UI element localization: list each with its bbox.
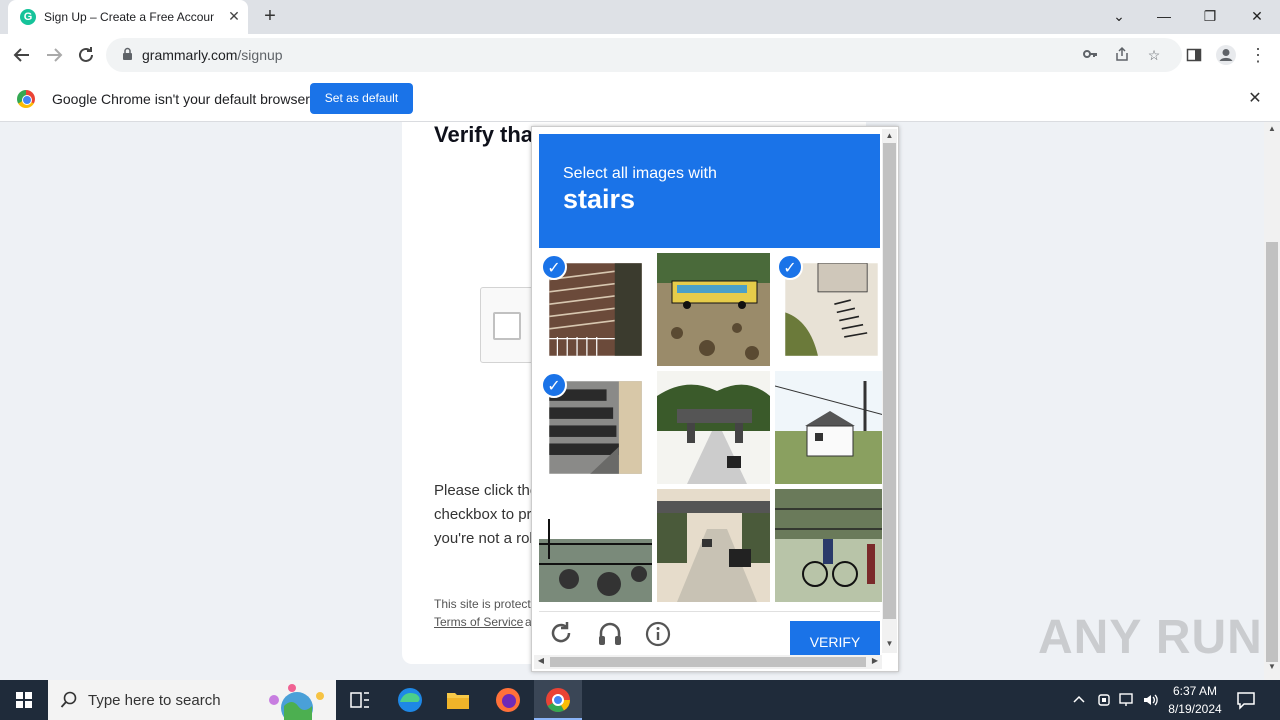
chrome-logo-icon [17,90,35,108]
recaptcha-checkbox[interactable] [493,312,521,340]
tab-strip: G Sign Up – Create a Free Account ✕ + ⌄ … [0,0,1280,34]
url-path: /signup [237,47,283,63]
scroll-right-arrow-icon[interactable]: ▶ [868,656,882,665]
forward-arrow-icon[interactable] [42,43,66,67]
captcha-horizontal-scrollbar[interactable]: ◀ ▶ [534,655,882,669]
firefox-icon[interactable] [484,680,532,720]
network-device-icon[interactable] [1096,692,1112,708]
chrome-taskbar-icon[interactable] [534,680,582,720]
search-icon [60,691,77,708]
scroll-down-arrow-icon[interactable]: ▼ [1264,662,1280,671]
captcha-tile-fence[interactable] [539,489,652,602]
new-tab-button[interactable]: + [258,5,282,29]
share-icon[interactable] [1112,46,1132,64]
page-scrollbar-thumb[interactable] [1266,242,1278,662]
restore-button[interactable]: ❐ [1190,4,1230,28]
captcha-keyword: stairs [563,184,636,214]
reload-icon[interactable] [74,43,98,67]
search-highlight-globe-icon [269,684,324,720]
captcha-header: Select all images with stairs [539,134,880,248]
set-as-default-button[interactable]: Set as default [310,83,413,114]
chevron-up-icon[interactable] [1072,693,1086,707]
address-bar[interactable]: grammarly.com/signup ☆ [106,38,1182,72]
menu-kebab-icon[interactable]: ⋮ [1246,43,1270,67]
tab-title: Sign Up – Create a Free Account [44,10,214,24]
captcha-prompt: Select all images with [563,165,717,182]
info-icon[interactable] [643,618,673,648]
default-browser-infobar: Google Chrome isn't your default browser… [0,76,1280,122]
selected-check-icon: ✓ [541,254,567,280]
terms-of-service-link[interactable]: Terms of Service [434,615,523,629]
captcha-tile-bridge[interactable] [657,371,770,484]
captcha-tile-cyclist[interactable] [775,489,888,602]
anyrun-watermark: ANY RUN [1038,611,1263,664]
browser-toolbar: grammarly.com/signup ☆ ⋮ [0,34,1280,76]
selected-check-icon: ✓ [777,254,803,280]
captcha-vertical-scrollbar-thumb[interactable] [883,143,896,619]
close-tab-icon[interactable]: ✕ [224,6,244,26]
profile-avatar-icon[interactable] [1214,43,1238,67]
grammarly-favicon-icon: G [20,9,36,25]
clock-time[interactable]: 6:37 AM [1150,684,1240,698]
lock-icon [123,47,132,60]
captcha-tile-road[interactable] [657,489,770,602]
infobar-message: Google Chrome isn't your default browser [52,91,310,107]
reload-challenge-icon[interactable] [547,618,577,648]
captcha-vertical-scrollbar[interactable]: ▲ ▼ [882,129,897,653]
network-icon[interactable] [1118,692,1136,708]
tab-grammarly[interactable]: G Sign Up – Create a Free Account ✕ [8,0,248,34]
task-view-icon[interactable] [336,680,384,720]
captcha-challenge: Select all images with stairs ✓ ✓ ✓ VERI… [531,126,899,672]
edge-browser-icon[interactable] [386,680,434,720]
close-infobar-icon[interactable]: ✕ [1244,88,1266,110]
tab-search-icon[interactable]: ⌄ [1099,4,1139,28]
windows-start-icon[interactable] [0,680,48,720]
url-text: grammarly.com/signup [142,47,283,63]
search-placeholder: Type here to search [88,692,221,709]
back-arrow-icon[interactable] [10,43,34,67]
scroll-down-arrow-icon[interactable]: ▼ [882,639,897,648]
minimize-button[interactable]: — [1144,4,1184,28]
captcha-tile-house[interactable] [775,371,888,484]
clock-date[interactable]: 8/19/2024 [1150,702,1240,716]
scroll-up-arrow-icon[interactable]: ▲ [1264,124,1280,133]
file-explorer-icon[interactable] [434,680,482,720]
bookmark-star-icon[interactable]: ☆ [1144,46,1164,64]
verify-button[interactable]: VERIFY [790,621,880,655]
taskbar-search[interactable]: Type here to search [48,680,336,720]
close-window-button[interactable]: ✕ [1237,4,1277,28]
scroll-left-arrow-icon[interactable]: ◀ [534,656,548,665]
side-panel-icon[interactable] [1182,43,1206,67]
captcha-footer: VERIFY [539,611,880,655]
page-scrollbar[interactable]: ▲ ▼ [1264,122,1280,680]
audio-challenge-icon[interactable] [595,618,625,648]
key-icon[interactable] [1080,46,1100,64]
selected-check-icon: ✓ [541,372,567,398]
url-host: grammarly.com [142,47,238,63]
scroll-up-arrow-icon[interactable]: ▲ [882,131,897,140]
captcha-horizontal-scrollbar-thumb[interactable] [550,657,866,667]
notification-icon[interactable] [1236,690,1256,710]
windows-taskbar: Type here to search 6:37 AM 8/19/2024 [0,680,1280,720]
captcha-tile-bus[interactable] [657,253,770,366]
